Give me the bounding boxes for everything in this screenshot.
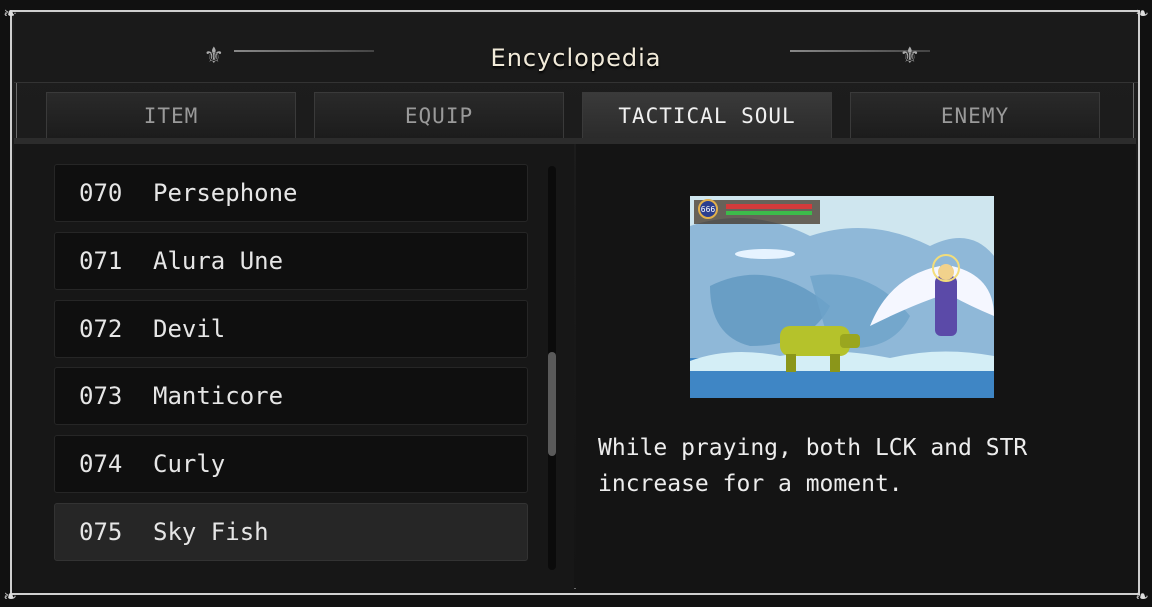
fleur-ornament-icon: ⚜ — [902, 40, 918, 70]
item-number: 070 — [79, 179, 123, 207]
mp-bar — [726, 211, 812, 215]
scrollbar[interactable] — [548, 166, 556, 570]
hp-bar — [726, 204, 812, 209]
title-bar: ⚜ Encyclopedia ⚜ — [14, 14, 1138, 83]
soul-preview-image: 666 — [690, 196, 994, 398]
corner-ornament-icon: ❧ — [1135, 583, 1148, 607]
list-item[interactable]: 073 Manticore — [54, 367, 528, 425]
page-title: Encyclopedia — [490, 44, 662, 72]
item-number: 072 — [79, 315, 123, 343]
preview-projectile — [735, 249, 795, 259]
list-item[interactable]: 074 Curly — [54, 435, 528, 493]
tab-enemy[interactable]: ENEMY — [850, 92, 1100, 138]
item-number: 075 — [79, 518, 123, 546]
item-name: Devil — [153, 315, 226, 343]
soul-description: While praying, both LCK and STR increase… — [598, 435, 1028, 497]
item-name: Persephone — [153, 179, 298, 207]
item-name: Curly — [153, 450, 226, 478]
list-item[interactable]: 072 Devil — [54, 300, 528, 358]
list-item-selected[interactable]: 075 Sky Fish — [54, 503, 528, 561]
preview-hud: 666 — [694, 199, 820, 224]
tab-tactical-soul[interactable]: TACTICAL SOUL — [582, 92, 832, 138]
tab-item[interactable]: ITEM — [46, 92, 296, 138]
scrollbar-thumb[interactable] — [548, 352, 556, 456]
item-name: Sky Fish — [153, 518, 269, 546]
item-number: 074 — [79, 450, 123, 478]
detail-panel: 666 While praying, both LCK and STR incr… — [576, 144, 1136, 590]
list-item[interactable]: 070 Persephone — [54, 164, 528, 222]
item-number: 071 — [79, 247, 123, 275]
tab-bar: ITEM EQUIP TACTICAL SOUL ENEMY — [46, 92, 1106, 138]
item-name: Manticore — [153, 382, 284, 410]
tab-equip[interactable]: EQUIP — [314, 92, 564, 138]
list-item[interactable]: 071 Alura Une — [54, 232, 528, 290]
hud-hp-value: 666 — [701, 205, 716, 214]
item-number: 073 — [79, 382, 123, 410]
item-name: Alura Une — [153, 247, 284, 275]
soul-list: 070 Persephone 071 Alura Une 072 Devil 0… — [14, 144, 574, 590]
